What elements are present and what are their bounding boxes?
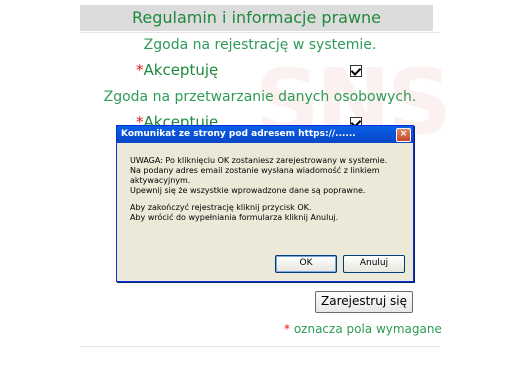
accept-registration-label: *Akceptuję (136, 61, 218, 79)
ok-button[interactable]: OK (275, 255, 337, 273)
required-note-text: oznacza pola wymagane (293, 322, 442, 336)
cancel-button[interactable]: Anuluj (343, 255, 405, 273)
accept-registration-checkbox[interactable] (350, 65, 362, 77)
accept-text: Akceptuję (143, 61, 219, 79)
register-button[interactable]: Zarejestruj się (315, 291, 413, 313)
required-fields-note: * oznacza pola wymagane (284, 322, 442, 336)
message-line: UWAGA: Po kliknięciu OK zostaniesz zarej… (130, 156, 388, 165)
dialog-message: UWAGA: Po kliknięciu OK zostaniesz zarej… (130, 156, 400, 223)
required-star: * (136, 61, 144, 79)
message-line: Aby zakończyć rejestrację kliknij przyci… (130, 203, 312, 212)
section-title: Regulamin i informacje prawne (80, 5, 433, 31)
dialog-titlebar[interactable]: Komunikat ze strony pod adresem https://… (117, 126, 413, 143)
divider (80, 346, 440, 347)
message-line: Upewnij się że wszystkie wprowadzone dan… (130, 186, 366, 195)
required-star: * (284, 322, 290, 336)
consent-registration-text: Zgoda na rejestrację w systemie. (143, 37, 377, 53)
divider (80, 32, 440, 33)
close-icon[interactable]: × (396, 128, 411, 142)
message-line: Aby wrócić do wypełniania formularza kli… (130, 213, 339, 222)
dialog-title: Komunikat ze strony pod adresem https://… (121, 129, 356, 139)
confirm-dialog: Komunikat ze strony pod adresem https://… (116, 125, 414, 282)
consent-data-text: Zgoda na przetwarzanie danych osobowych. (103, 89, 417, 105)
message-line: Na podany adres email zostanie wysłana w… (130, 166, 380, 185)
